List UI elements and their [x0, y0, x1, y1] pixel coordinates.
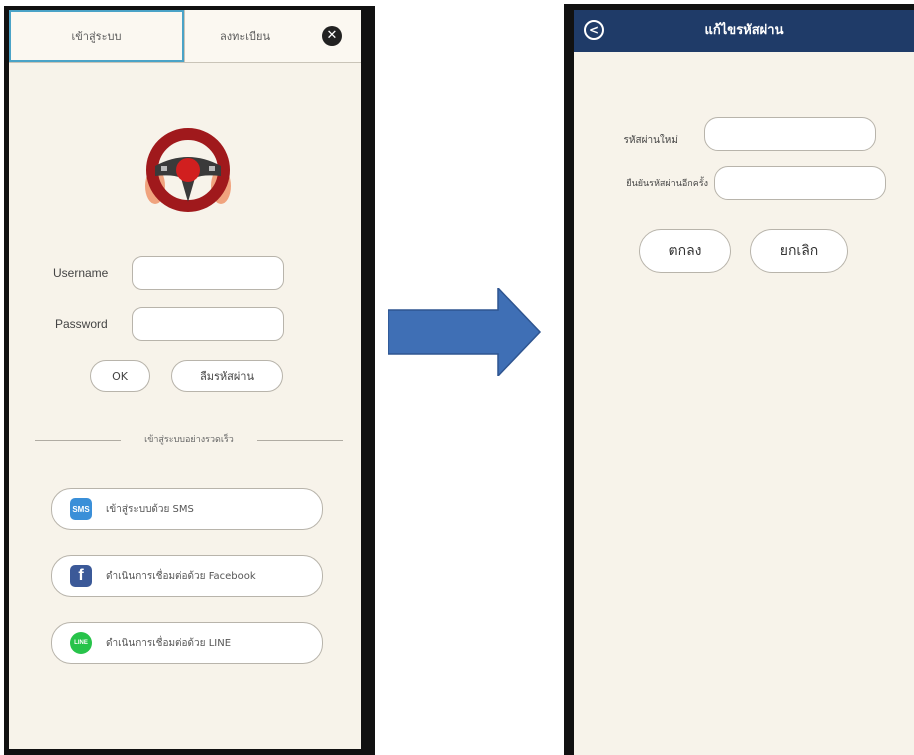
back-arrow-icon[interactable]: < — [584, 20, 604, 40]
line-login-button[interactable]: LINE ดำเนินการเชื่อมต่อด้วย LINE — [51, 622, 323, 664]
new-password-label: รหัสผ่านใหม่ — [623, 135, 678, 146]
username-input[interactable] — [132, 256, 284, 290]
facebook-icon: f — [70, 565, 92, 587]
confirm-password-label: ยืนยันรหัสผ่านอีกครั้ง — [626, 179, 708, 189]
app-header: < แก้ไขรหัสผ่าน — [574, 10, 914, 52]
quick-login-divider-text: เข้าสู่ระบบอย่างรวดเร็ว — [144, 435, 234, 445]
ok-button[interactable]: OK — [90, 360, 150, 392]
sms-login-label: เข้าสู่ระบบด้วย SMS — [106, 503, 194, 515]
page-title: แก้ไขรหัสผ่าน — [704, 23, 784, 38]
cancel-button[interactable]: ยกเลิก — [750, 229, 848, 273]
tab-bar: เข้าสู่ระบบ ลงทะเบียน ✕ — [9, 10, 361, 63]
login-screen: เข้าสู่ระบบ ลงทะเบียน ✕ Username Passwor… — [9, 10, 361, 749]
transition-arrow — [388, 288, 542, 376]
password-input[interactable] — [132, 307, 284, 341]
username-label: Username — [53, 266, 109, 280]
tab-login[interactable]: เข้าสู่ระบบ — [9, 10, 184, 62]
sms-login-button[interactable]: SMS เข้าสู่ระบบด้วย SMS — [51, 488, 323, 530]
change-password-screen: < แก้ไขรหัสผ่าน รหัสผ่านใหม่ ยืนยันรหัสผ… — [574, 10, 914, 755]
facebook-login-button[interactable]: f ดำเนินการเชื่อมต่อด้วย Facebook — [51, 555, 323, 597]
divider-left — [35, 440, 121, 441]
confirm-button[interactable]: ตกลง — [639, 229, 731, 273]
facebook-login-label: ดำเนินการเชื่อมต่อด้วย Facebook — [106, 570, 256, 582]
new-password-input[interactable] — [704, 117, 876, 151]
line-icon: LINE — [70, 632, 92, 654]
password-label: Password — [55, 317, 108, 331]
line-login-label: ดำเนินการเชื่อมต่อด้วย LINE — [106, 637, 232, 649]
forgot-password-button[interactable]: ลืมรหัสผ่าน — [171, 360, 283, 392]
steering-wheel-logo — [145, 128, 231, 212]
sms-icon: SMS — [70, 498, 92, 520]
confirm-password-input[interactable] — [714, 166, 886, 200]
close-icon[interactable]: ✕ — [322, 26, 342, 46]
divider-right — [257, 440, 343, 441]
tab-register[interactable]: ลงทะเบียน — [184, 10, 305, 62]
